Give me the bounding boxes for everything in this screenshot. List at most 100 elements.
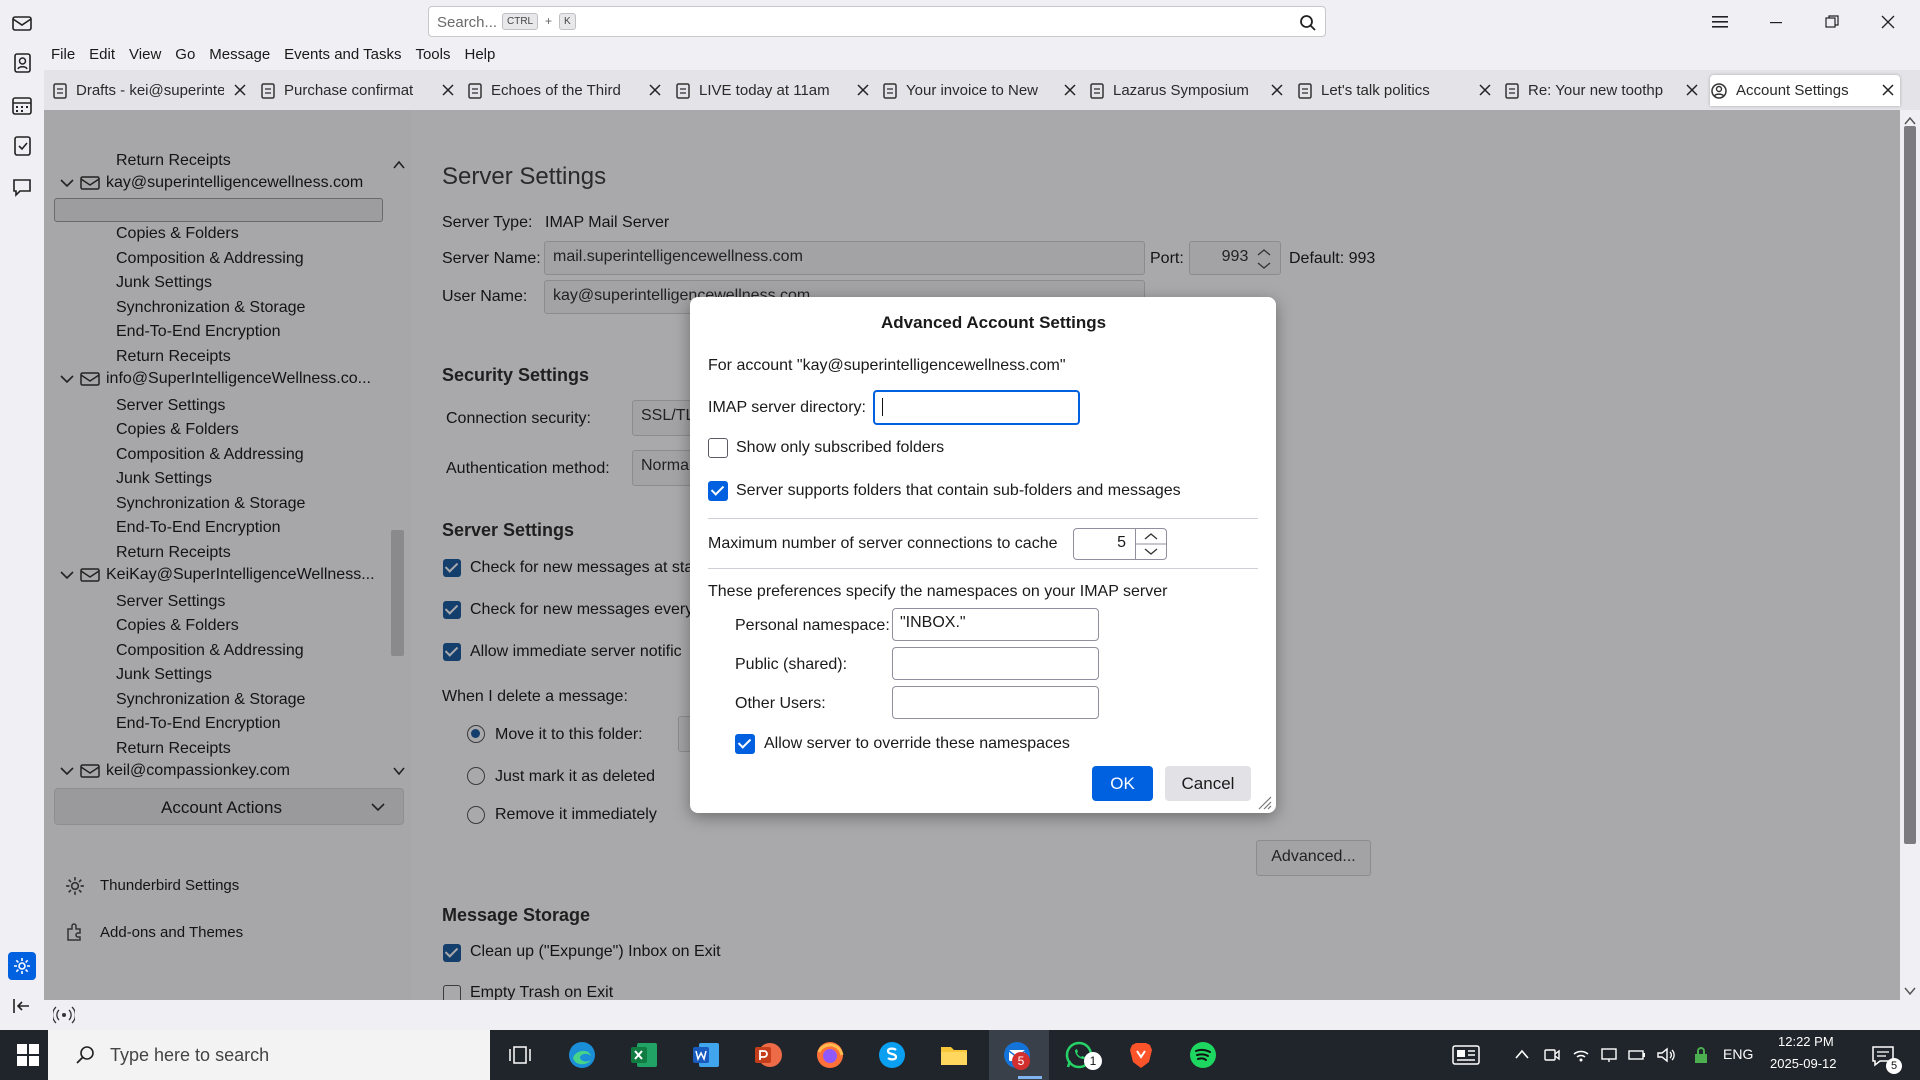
calendar-icon[interactable] bbox=[11, 94, 33, 116]
close-tab-icon[interactable] bbox=[1477, 82, 1493, 98]
account-actions-button[interactable]: Account Actions bbox=[54, 788, 404, 825]
wifi-icon[interactable] bbox=[1572, 1046, 1590, 1064]
account-row[interactable]: kay@superintelligencewellness.com bbox=[60, 174, 363, 192]
tab-9[interactable]: Account Settings bbox=[1710, 75, 1900, 106]
minimize-icon[interactable] bbox=[1754, 8, 1798, 36]
max-connections-stepper-icon[interactable] bbox=[1135, 529, 1166, 559]
tab-6[interactable]: Lazarus Symposium bbox=[1089, 75, 1289, 106]
tree-item[interactable]: Synchronization & Storage bbox=[116, 495, 305, 513]
menu-events-tasks[interactable]: Events and Tasks bbox=[277, 44, 408, 66]
tab-4[interactable]: LIVE today at 11am bbox=[675, 75, 875, 106]
imap-dir-input[interactable] bbox=[873, 390, 1080, 425]
close-tab-icon[interactable] bbox=[1062, 82, 1078, 98]
close-tab-icon[interactable] bbox=[1880, 82, 1896, 98]
mail-icon[interactable] bbox=[11, 12, 33, 34]
file-explorer-icon[interactable] bbox=[939, 1040, 969, 1070]
tree-item[interactable]: Composition & Addressing bbox=[116, 250, 304, 268]
account-row[interactable]: info@SuperIntelligenceWellness.co... bbox=[60, 370, 371, 388]
chevron-down-icon[interactable] bbox=[60, 178, 74, 188]
menu-help[interactable]: Help bbox=[458, 44, 503, 66]
tree-item[interactable]: Junk Settings bbox=[116, 666, 212, 684]
scroll-up-icon[interactable] bbox=[1904, 116, 1916, 126]
resize-grip-icon[interactable] bbox=[1256, 794, 1272, 810]
tab-8[interactable]: Re: Your new toothp bbox=[1504, 75, 1704, 106]
thunderbird-settings-link[interactable]: Thunderbird Settings bbox=[100, 877, 239, 894]
clock-time[interactable]: 12:22 PM bbox=[1778, 1034, 1834, 1049]
tree-item[interactable]: Copies & Folders bbox=[116, 617, 239, 635]
task-view-icon[interactable] bbox=[505, 1040, 535, 1070]
search-icon[interactable] bbox=[1299, 14, 1317, 32]
tree-item[interactable]: Junk Settings bbox=[116, 274, 212, 292]
chevron-down-icon[interactable] bbox=[60, 374, 74, 384]
tree-item[interactable]: End-To-End Encryption bbox=[116, 519, 281, 537]
volume-icon[interactable] bbox=[1656, 1046, 1676, 1064]
skype-icon[interactable] bbox=[877, 1040, 907, 1070]
tree-item[interactable]: Copies & Folders bbox=[116, 225, 239, 243]
menu-go[interactable]: Go bbox=[168, 44, 202, 66]
windows-start-icon[interactable] bbox=[17, 1044, 39, 1066]
tree-item[interactable]: Return Receipts bbox=[116, 740, 231, 758]
online-status-icon[interactable] bbox=[53, 1006, 75, 1024]
chevron-down-icon[interactable] bbox=[60, 766, 74, 776]
close-tab-icon[interactable] bbox=[855, 82, 871, 98]
tree-item[interactable]: Return Receipts bbox=[116, 348, 231, 366]
tree-scrollbar-thumb[interactable] bbox=[391, 530, 404, 656]
tasks-icon[interactable] bbox=[11, 134, 33, 156]
tree-item[interactable]: End-To-End Encryption bbox=[116, 323, 281, 341]
battery-icon[interactable] bbox=[1628, 1046, 1646, 1064]
mark-deleted-radio[interactable] bbox=[467, 767, 485, 785]
content-scrollbar-thumb[interactable] bbox=[1904, 126, 1916, 844]
restore-icon[interactable] bbox=[1810, 8, 1854, 36]
menu-view[interactable]: View bbox=[122, 44, 168, 66]
advanced-button[interactable]: Advanced... bbox=[1256, 840, 1371, 876]
close-tab-icon[interactable] bbox=[647, 82, 663, 98]
close-tab-icon[interactable] bbox=[1684, 82, 1700, 98]
tab-5[interactable]: Your invoice to New bbox=[882, 75, 1082, 106]
global-search-input[interactable]: Search... CTRL + K bbox=[428, 6, 1326, 37]
meet-now-icon[interactable] bbox=[1543, 1046, 1561, 1064]
close-tab-icon[interactable] bbox=[232, 82, 248, 98]
supports-folders-checkbox[interactable] bbox=[708, 481, 728, 501]
tab-7[interactable]: Let's talk politics bbox=[1297, 75, 1497, 106]
tree-item[interactable]: Synchronization & Storage bbox=[116, 299, 305, 317]
personal-namespace-input[interactable]: "INBOX." bbox=[892, 608, 1099, 641]
tree-item-return-receipts[interactable]: Return Receipts bbox=[116, 152, 231, 170]
show-subscribed-checkbox[interactable] bbox=[708, 438, 728, 458]
excel-icon[interactable] bbox=[629, 1040, 659, 1070]
chat-icon[interactable] bbox=[11, 176, 33, 198]
connection-security-select[interactable]: SSL/TL bbox=[632, 400, 694, 436]
tree-item[interactable]: Server Settings bbox=[116, 593, 225, 611]
tree-item[interactable]: Composition & Addressing bbox=[116, 446, 304, 464]
tree-item[interactable]: Composition & Addressing bbox=[116, 642, 304, 660]
check-every-checkbox[interactable] bbox=[443, 601, 461, 619]
move-to-folder-radio[interactable] bbox=[467, 725, 485, 743]
server-name-field[interactable]: mail.superintelligencewellness.com bbox=[544, 241, 1145, 275]
display-icon[interactable] bbox=[1600, 1046, 1618, 1064]
news-widget-icon[interactable] bbox=[1452, 1044, 1480, 1066]
addons-themes-link[interactable]: Add-ons and Themes bbox=[100, 924, 243, 941]
powerpoint-icon[interactable] bbox=[753, 1040, 783, 1070]
show-hidden-icons-icon[interactable] bbox=[1514, 1048, 1530, 1060]
menu-edit[interactable]: Edit bbox=[82, 44, 122, 66]
allow-override-checkbox[interactable] bbox=[735, 734, 755, 754]
menu-file[interactable]: File bbox=[44, 44, 82, 66]
check-startup-checkbox[interactable] bbox=[443, 559, 461, 577]
chevron-down-icon[interactable] bbox=[60, 570, 74, 580]
scroll-up-icon[interactable] bbox=[393, 160, 405, 170]
account-row[interactable]: KeiKay@SuperIntelligenceWellness... bbox=[60, 566, 375, 584]
firefox-icon[interactable] bbox=[815, 1040, 845, 1070]
account-row[interactable]: keil@compassionkey.com bbox=[60, 762, 290, 780]
tree-item[interactable]: Junk Settings bbox=[116, 470, 212, 488]
cancel-button[interactable]: Cancel bbox=[1165, 766, 1251, 801]
close-tab-icon[interactable] bbox=[440, 82, 456, 98]
settings-gear-icon[interactable] bbox=[8, 952, 36, 980]
auth-method-select[interactable]: Norma bbox=[632, 450, 692, 486]
scroll-down-icon[interactable] bbox=[393, 766, 405, 776]
lock-icon[interactable] bbox=[1693, 1045, 1709, 1065]
brave-icon[interactable] bbox=[1126, 1040, 1156, 1070]
scroll-down-icon[interactable] bbox=[1904, 986, 1916, 996]
other-users-input[interactable] bbox=[892, 686, 1099, 719]
port-stepper-icon[interactable] bbox=[1253, 246, 1275, 272]
public-shared-input[interactable] bbox=[892, 647, 1099, 680]
spotify-icon[interactable] bbox=[1188, 1040, 1218, 1070]
